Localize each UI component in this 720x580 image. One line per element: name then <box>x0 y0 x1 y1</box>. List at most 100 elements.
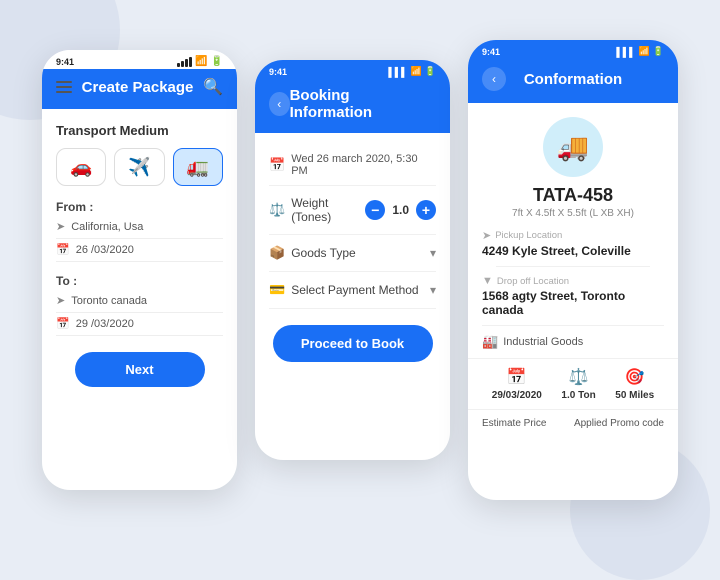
stats-row: 📅 29/03/2020 ⚖️ 1.0 Ton 🎯 50 Miles <box>468 358 678 409</box>
from-location-row: ➤ California, Usa <box>56 220 223 239</box>
goods-type: Industrial Goods <box>503 336 583 348</box>
payment-icon: 💳 <box>269 282 285 298</box>
phone3-title: Conformation <box>524 71 622 88</box>
dropoff-icon: ▼ <box>482 275 493 287</box>
vehicle-dims: 7ft X 4.5ft X 5.5ft (L XB XH) <box>512 208 634 219</box>
to-location-icon: ➤ <box>56 294 65 307</box>
pickup-label: ➤ Pickup Location <box>482 229 664 242</box>
stat-date: 📅 29/03/2020 <box>492 367 542 401</box>
from-date-value: 26 /03/2020 <box>76 244 134 256</box>
date-icon: 📅 <box>269 157 285 173</box>
goods-icon: 📦 <box>269 245 285 261</box>
back-button-3[interactable]: ‹ <box>482 67 506 91</box>
to-group: To : ➤ Toronto canada 📅 29 /03/2020 <box>56 274 223 336</box>
goods-chevron: ▾ <box>430 246 436 260</box>
to-date-row: 📅 29 /03/2020 <box>56 317 223 336</box>
phone1-title: Create Package <box>82 79 194 96</box>
estimate-price-label: Estimate Price <box>482 418 546 429</box>
goods-label: Goods Type <box>291 246 356 260</box>
info-section: ➤ Pickup Location 4249 Kyle Street, Cole… <box>468 229 678 317</box>
phone-booking: 9:41 ▌▌▌ 📶 🔋 ‹ Booking Information 📅 Wed… <box>255 60 450 460</box>
status-time-1: 9:41 <box>56 57 74 67</box>
search-icon[interactable]: 🔍 <box>203 77 223 97</box>
dropoff-row: ▼ Drop off Location 1568 agty Street, To… <box>482 275 664 317</box>
weight-value: 1.0 <box>392 203 409 217</box>
to-label: To : <box>56 274 223 288</box>
goods-icon-3: 🏭 <box>482 334 498 350</box>
stat-distance-value: 50 Miles <box>615 390 654 401</box>
payment-row-left: 💳 Select Payment Method <box>269 282 419 298</box>
bottom-row: Estimate Price Applied Promo code <box>468 409 678 429</box>
payment-row[interactable]: 💳 Select Payment Method ▾ <box>269 272 436 309</box>
estimate-price-btn[interactable]: Estimate Price <box>482 418 546 429</box>
phone1-content: Transport Medium 🚗 ✈️ 🚛 From : ➤ Califor… <box>42 109 237 401</box>
to-date-icon: 📅 <box>56 317 70 330</box>
divider-2 <box>482 325 664 326</box>
transport-car[interactable]: 🚗 <box>56 148 106 186</box>
vehicle-name: TATA-458 <box>533 185 613 206</box>
weight-minus-btn[interactable]: − <box>365 200 385 220</box>
dropoff-label: ▼ Drop off Location <box>482 275 664 287</box>
status-time-2: 9:41 <box>269 67 287 77</box>
weight-label: Weight (Tones) <box>291 196 365 224</box>
promo-code-btn[interactable]: Applied Promo code <box>574 418 664 429</box>
status-bar-1: 9:41 📶 🔋 <box>42 50 237 69</box>
status-bar-3: 9:41 ▌▌▌ 📶 🔋 <box>468 40 678 59</box>
to-location-row: ➤ Toronto canada <box>56 294 223 313</box>
weight-control: − 1.0 + <box>365 200 436 220</box>
next-button[interactable]: Next <box>75 352 205 387</box>
phone-confirmation: 9:41 ▌▌▌ 📶 🔋 ‹ Conformation 🚚 TATA-458 7… <box>468 40 678 500</box>
from-group: From : ➤ California, Usa 📅 26 /03/2020 <box>56 200 223 262</box>
phone1-header: Create Package 🔍 <box>42 69 237 109</box>
date-row: 📅 Wed 26 march 2020, 5:30 PM <box>269 145 436 186</box>
status-icons-2: ▌▌▌ 📶 🔋 <box>388 66 436 77</box>
pickup-row: ➤ Pickup Location 4249 Kyle Street, Cole… <box>482 229 664 258</box>
weight-plus-btn[interactable]: + <box>416 200 436 220</box>
from-location-icon: ➤ <box>56 220 65 233</box>
payment-label: Select Payment Method <box>291 283 418 297</box>
stat-distance: 🎯 50 Miles <box>615 367 654 401</box>
stat-weight-value: 1.0 Ton <box>561 390 595 401</box>
pickup-value: 4249 Kyle Street, Coleville <box>482 244 664 258</box>
date-value: Wed 26 march 2020, 5:30 PM <box>291 153 436 177</box>
pickup-icon: ➤ <box>482 229 491 242</box>
phone2-content: 📅 Wed 26 march 2020, 5:30 PM ⚖️ Weight (… <box>255 133 450 374</box>
status-icons-3: ▌▌▌ 📶 🔋 <box>616 46 664 57</box>
proceed-button[interactable]: Proceed to Book <box>273 325 433 362</box>
transport-plane[interactable]: ✈️ <box>114 148 164 186</box>
phone3-content: 🚚 TATA-458 7ft X 4.5ft X 5.5ft (L XB XH)… <box>468 103 678 429</box>
from-location-value: California, Usa <box>71 221 143 233</box>
promo-code-label: Applied Promo code <box>574 418 664 429</box>
stat-distance-icon: 🎯 <box>625 367 645 387</box>
back-button[interactable]: ‹ <box>269 92 290 116</box>
stat-date-value: 29/03/2020 <box>492 390 542 401</box>
to-location-value: Toronto canada <box>71 295 147 307</box>
goods-row-left: 📦 Goods Type <box>269 245 356 261</box>
stat-weight: ⚖️ 1.0 Ton <box>561 367 595 401</box>
weight-icon: ⚖️ <box>269 202 285 218</box>
goods-row-3: 🏭 Industrial Goods <box>468 334 678 358</box>
status-icons-1: 📶 🔋 <box>177 56 223 67</box>
status-time-3: 9:41 <box>482 47 500 57</box>
phone2-header: ‹ Booking Information <box>255 79 450 133</box>
to-date-value: 29 /03/2020 <box>76 318 134 330</box>
phone3-header: ‹ Conformation <box>468 59 678 103</box>
vehicle-icon: 🚚 <box>543 117 603 177</box>
phone-create-package: 9:41 📶 🔋 Create Package 🔍 Transport Medi… <box>42 50 237 490</box>
payment-chevron: ▾ <box>430 283 436 297</box>
from-label: From : <box>56 200 223 214</box>
divider-1 <box>496 266 650 267</box>
stat-date-icon: 📅 <box>507 367 527 387</box>
from-date-row: 📅 26 /03/2020 <box>56 243 223 262</box>
menu-icon[interactable] <box>56 81 72 93</box>
from-date-icon: 📅 <box>56 243 70 256</box>
phone2-title: Booking Information <box>290 87 416 121</box>
weight-row: ⚖️ Weight (Tones) − 1.0 + <box>269 186 436 235</box>
transport-options: 🚗 ✈️ 🚛 <box>56 148 223 186</box>
dropoff-value: 1568 agty Street, Toronto canada <box>482 289 664 317</box>
vehicle-section: 🚚 TATA-458 7ft X 4.5ft X 5.5ft (L XB XH) <box>468 103 678 229</box>
status-bar-2: 9:41 ▌▌▌ 📶 🔋 <box>255 60 450 79</box>
stat-weight-icon: ⚖️ <box>569 367 589 387</box>
transport-truck[interactable]: 🚛 <box>173 148 223 186</box>
goods-row[interactable]: 📦 Goods Type ▾ <box>269 235 436 272</box>
